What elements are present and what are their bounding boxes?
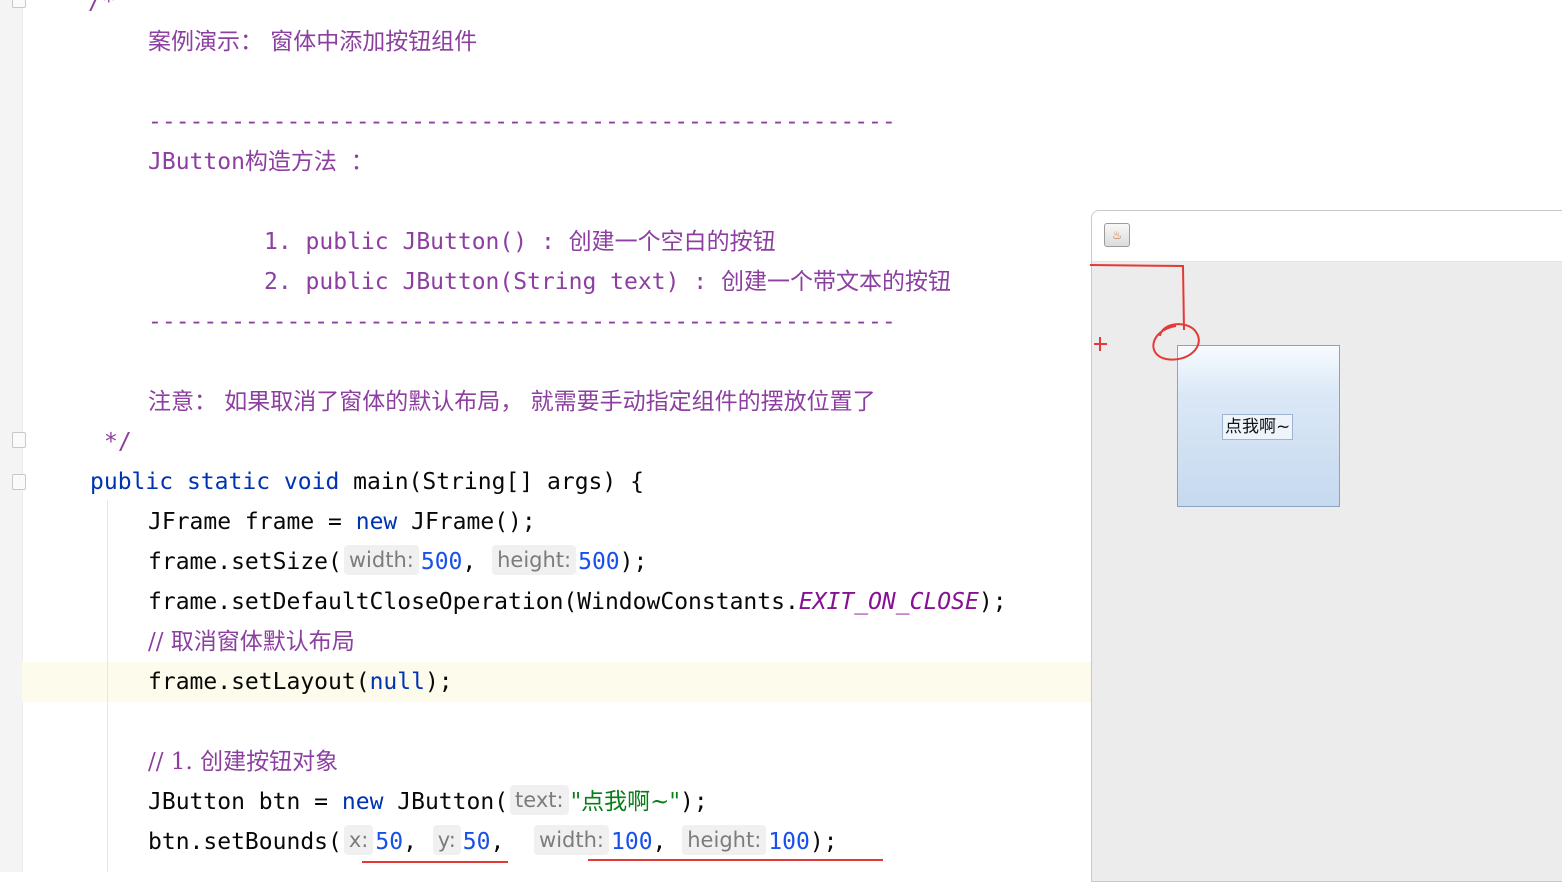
java-frame-window[interactable]: ♨ 点我啊~: [1091, 210, 1562, 882]
code-line-jframe: JFrame frame = new JFrame();: [148, 509, 536, 535]
annotation-underline: [362, 861, 508, 863]
constructor-1: 1. public JButton() : 创建一个空白的按钮: [264, 229, 776, 255]
code-editor[interactable]: /* 案例演示： 窗体中添加按钮组件 ---------------------…: [22, 0, 1092, 872]
param-hint: height:: [682, 825, 767, 855]
param-hint: width:: [343, 545, 419, 575]
comment-title: 案例演示： 窗体中添加按钮组件: [148, 29, 478, 55]
main-method-signature: public static void main(String[] args) {: [90, 469, 644, 495]
comment-separator: ----------------------------------------…: [148, 109, 896, 135]
param-hint: height:: [492, 545, 577, 575]
code-line-setbounds: btn.setBounds(x: 50, y: 50, width: 100, hei…: [148, 822, 838, 862]
code-line-close-op: frame.setDefaultCloseOperation(WindowCon…: [148, 589, 1007, 615]
param-hint: width:: [534, 825, 609, 855]
code-line-new-button: JButton btn = new JButton(text: "点我啊~");: [148, 782, 708, 822]
constructor-2: 2. public JButton(String text) : 创建一个带文本…: [264, 269, 951, 295]
comment-close: */: [104, 429, 132, 455]
comment-layout: // 取消窗体默认布局: [148, 629, 355, 655]
editor-gutter: [0, 0, 26, 872]
code-line-setlayout: frame.setLayout(null);: [148, 669, 453, 695]
constructors-heading: JButton构造方法 ：: [148, 149, 374, 175]
jbutton-label: 点我啊~: [1222, 414, 1294, 440]
java-cup-icon: ♨: [1104, 223, 1130, 247]
param-hint: x:: [343, 825, 374, 855]
comment-open: /*: [88, 0, 116, 15]
code-line: /*: [88, 0, 116, 22]
window-titlebar[interactable]: ♨: [1092, 211, 1562, 262]
annotation-underline: [588, 859, 883, 861]
param-hint: y:: [432, 825, 461, 855]
comment-note: 注意： 如果取消了窗体的默认布局， 就需要手动指定组件的摆放位置了: [148, 389, 876, 415]
jbutton[interactable]: 点我啊~: [1177, 345, 1340, 507]
indent-guide: [107, 500, 108, 872]
comment-step1: // 1. 创建按钮对象: [148, 749, 339, 775]
comment-separator: ----------------------------------------…: [148, 309, 896, 335]
param-hint: text:: [510, 785, 569, 815]
code-line-setsize: frame.setSize(width: 500, height: 500);: [148, 542, 647, 582]
